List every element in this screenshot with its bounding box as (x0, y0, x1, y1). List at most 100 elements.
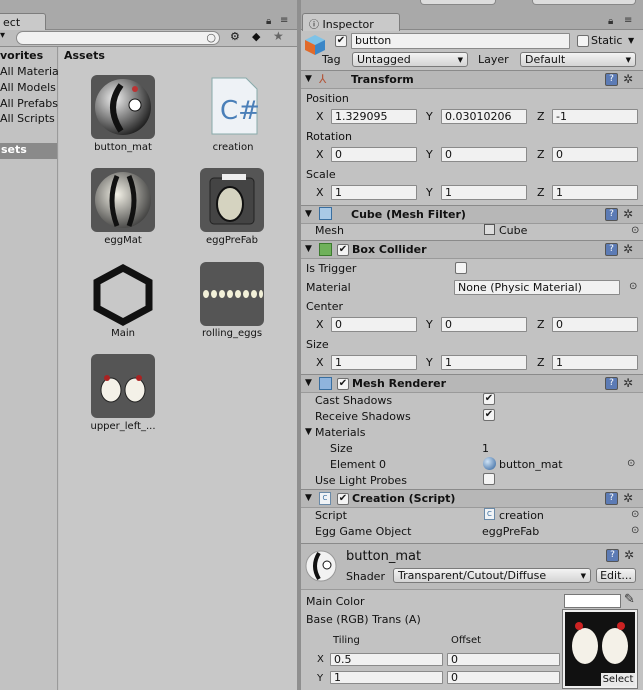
layer-dropdown[interactable]: Default (520, 52, 636, 67)
object-picker-icon[interactable]: ⊙ (631, 225, 639, 236)
favorite-item-prefabs[interactable]: All Prefabs (0, 97, 58, 110)
filter-by-type-icon[interactable]: ⚙ (230, 30, 240, 43)
gear-icon[interactable]: ✲ (623, 72, 633, 86)
size-x-input[interactable]: 1 (331, 355, 417, 370)
gear-icon[interactable]: ✲ (624, 548, 634, 562)
filter-by-label-icon[interactable]: ◆ (252, 30, 260, 43)
mesh-value[interactable]: Cube (499, 224, 527, 237)
collapse-triangle-icon[interactable]: ▼ (305, 74, 312, 84)
edit-shader-button[interactable]: Edit... (596, 568, 636, 583)
size-y-input[interactable]: 1 (441, 355, 527, 370)
scale-z-input[interactable]: 1 (552, 185, 638, 200)
favorite-item-materials[interactable]: All Materia (0, 65, 59, 78)
panel-menu-icon[interactable]: ≡ (280, 15, 288, 26)
is-trigger-checkbox[interactable] (455, 262, 467, 274)
collapse-triangle-icon[interactable]: ▼ (305, 378, 312, 388)
asset-button-mat[interactable] (91, 75, 155, 139)
lock-icon[interactable]: 🔒︎ (266, 16, 271, 27)
materials-foldout-icon[interactable]: ▼ (305, 427, 312, 437)
tiling-x-input[interactable]: 0.5 (330, 653, 443, 666)
folder-assets-selected[interactable]: sets (0, 143, 57, 159)
static-checkbox[interactable] (577, 35, 589, 47)
active-checkbox[interactable]: ✔ (335, 35, 347, 47)
position-x-input[interactable]: 1.329095 (331, 109, 417, 124)
center-y-input[interactable]: 0 (441, 317, 527, 332)
gear-icon[interactable]: ✲ (623, 242, 633, 256)
rotation-y-input[interactable]: 0 (441, 147, 527, 162)
object-picker-icon[interactable]: ⊙ (631, 509, 639, 520)
box-collider-header[interactable]: ▼ ✔ Box Collider ? ✲ (301, 240, 643, 259)
scale-y-input[interactable]: 1 (441, 185, 527, 200)
main-color-swatch[interactable] (564, 594, 621, 608)
creation-script-header[interactable]: ▼ C ✔ Creation (Script) ? ✲ (301, 489, 643, 508)
gear-icon[interactable]: ✲ (623, 207, 633, 221)
favorite-star-icon[interactable]: ★ (273, 29, 284, 43)
help-icon[interactable]: ? (605, 492, 618, 505)
search-input[interactable]: ○ (16, 31, 220, 45)
help-icon[interactable]: ? (606, 549, 619, 562)
asset-upper-left[interactable] (91, 354, 155, 418)
script-value[interactable]: creation (499, 509, 544, 522)
cast-shadows-checkbox[interactable]: ✔ (483, 393, 495, 405)
object-picker-icon[interactable]: ⊙ (631, 525, 639, 536)
collapse-triangle-icon[interactable]: ▼ (305, 244, 312, 254)
receive-shadows-checkbox[interactable]: ✔ (483, 409, 495, 421)
physic-material-field[interactable]: None (Physic Material) (454, 280, 620, 295)
help-icon[interactable]: ? (605, 243, 618, 256)
lock-icon[interactable]: 🔒︎ (608, 16, 613, 27)
position-z-input[interactable]: -1 (552, 109, 638, 124)
rotation-z-input[interactable]: 0 (552, 147, 638, 162)
object-picker-icon[interactable]: ⊙ (627, 458, 635, 469)
egg-game-object-value[interactable]: eggPreFab (482, 525, 539, 538)
help-icon[interactable]: ? (605, 377, 618, 390)
tag-dropdown[interactable]: Untagged (352, 52, 468, 67)
toolbar-button-edge[interactable] (420, 0, 496, 5)
panel-menu-icon[interactable]: ≡ (624, 15, 632, 26)
tab-inspector[interactable]: ⓘ Inspector (302, 13, 400, 31)
materials-size-value[interactable]: 1 (482, 442, 489, 455)
asset-rolling-eggs[interactable] (200, 262, 264, 326)
search-clear-icon[interactable]: ○ (206, 31, 216, 44)
transform-header[interactable]: ▼ ⅄ Transform ? ✲ (301, 70, 643, 89)
asset-creation[interactable]: C# (210, 77, 260, 135)
element0-value[interactable]: button_mat (499, 458, 563, 471)
favorites-header: vorites (0, 49, 44, 62)
light-probes-checkbox[interactable] (483, 473, 495, 485)
asset-eggprefab[interactable] (200, 168, 264, 232)
gear-icon[interactable]: ✲ (623, 376, 633, 390)
shader-dropdown[interactable]: Transparent/Cutout/Diffuse (393, 568, 591, 583)
help-icon[interactable]: ? (605, 73, 618, 86)
base-texture-slot[interactable]: Select (562, 609, 638, 689)
select-texture-button[interactable]: Select (601, 673, 635, 686)
offset-y-input[interactable]: 0 (447, 671, 560, 684)
scale-x-input[interactable]: 1 (331, 185, 417, 200)
eyedropper-icon[interactable]: ✎ (624, 592, 635, 607)
object-picker-icon[interactable]: ⊙ (629, 281, 637, 292)
create-dropdown-arrow-icon[interactable]: ▾ (0, 30, 14, 44)
size-z-input[interactable]: 1 (552, 355, 638, 370)
rotation-x-input[interactable]: 0 (331, 147, 417, 162)
assets-header: Assets (64, 49, 105, 62)
help-icon[interactable]: ? (605, 208, 618, 221)
asset-eggmat[interactable] (91, 168, 155, 232)
tiling-y-input[interactable]: 1 (330, 671, 443, 684)
offset-x-input[interactable]: 0 (447, 653, 560, 666)
box-collider-enabled-checkbox[interactable]: ✔ (337, 244, 349, 256)
favorite-item-scripts[interactable]: All Scripts (0, 112, 55, 125)
mesh-renderer-enabled-checkbox[interactable]: ✔ (337, 378, 349, 390)
center-x-input[interactable]: 0 (331, 317, 417, 332)
center-z-input[interactable]: 0 (552, 317, 638, 332)
creation-enabled-checkbox[interactable]: ✔ (337, 493, 349, 505)
static-dropdown-arrow-icon[interactable]: ▼ (628, 36, 634, 45)
gear-icon[interactable]: ✲ (623, 491, 633, 505)
mesh-renderer-header[interactable]: ▼ ✔ Mesh Renderer ? ✲ (301, 374, 643, 393)
asset-main[interactable] (91, 262, 155, 326)
position-y-input[interactable]: 0.03010206 (441, 109, 527, 124)
mesh-filter-header[interactable]: ▼ Cube (Mesh Filter) ? ✲ (301, 205, 643, 224)
toolbar-button-edge[interactable] (532, 0, 636, 5)
object-name-input[interactable]: button (351, 33, 570, 49)
favorite-item-models[interactable]: All Models (0, 81, 56, 94)
collapse-triangle-icon[interactable]: ▼ (305, 209, 312, 219)
collapse-triangle-icon[interactable]: ▼ (305, 493, 312, 503)
tab-project[interactable]: ect (0, 13, 46, 31)
